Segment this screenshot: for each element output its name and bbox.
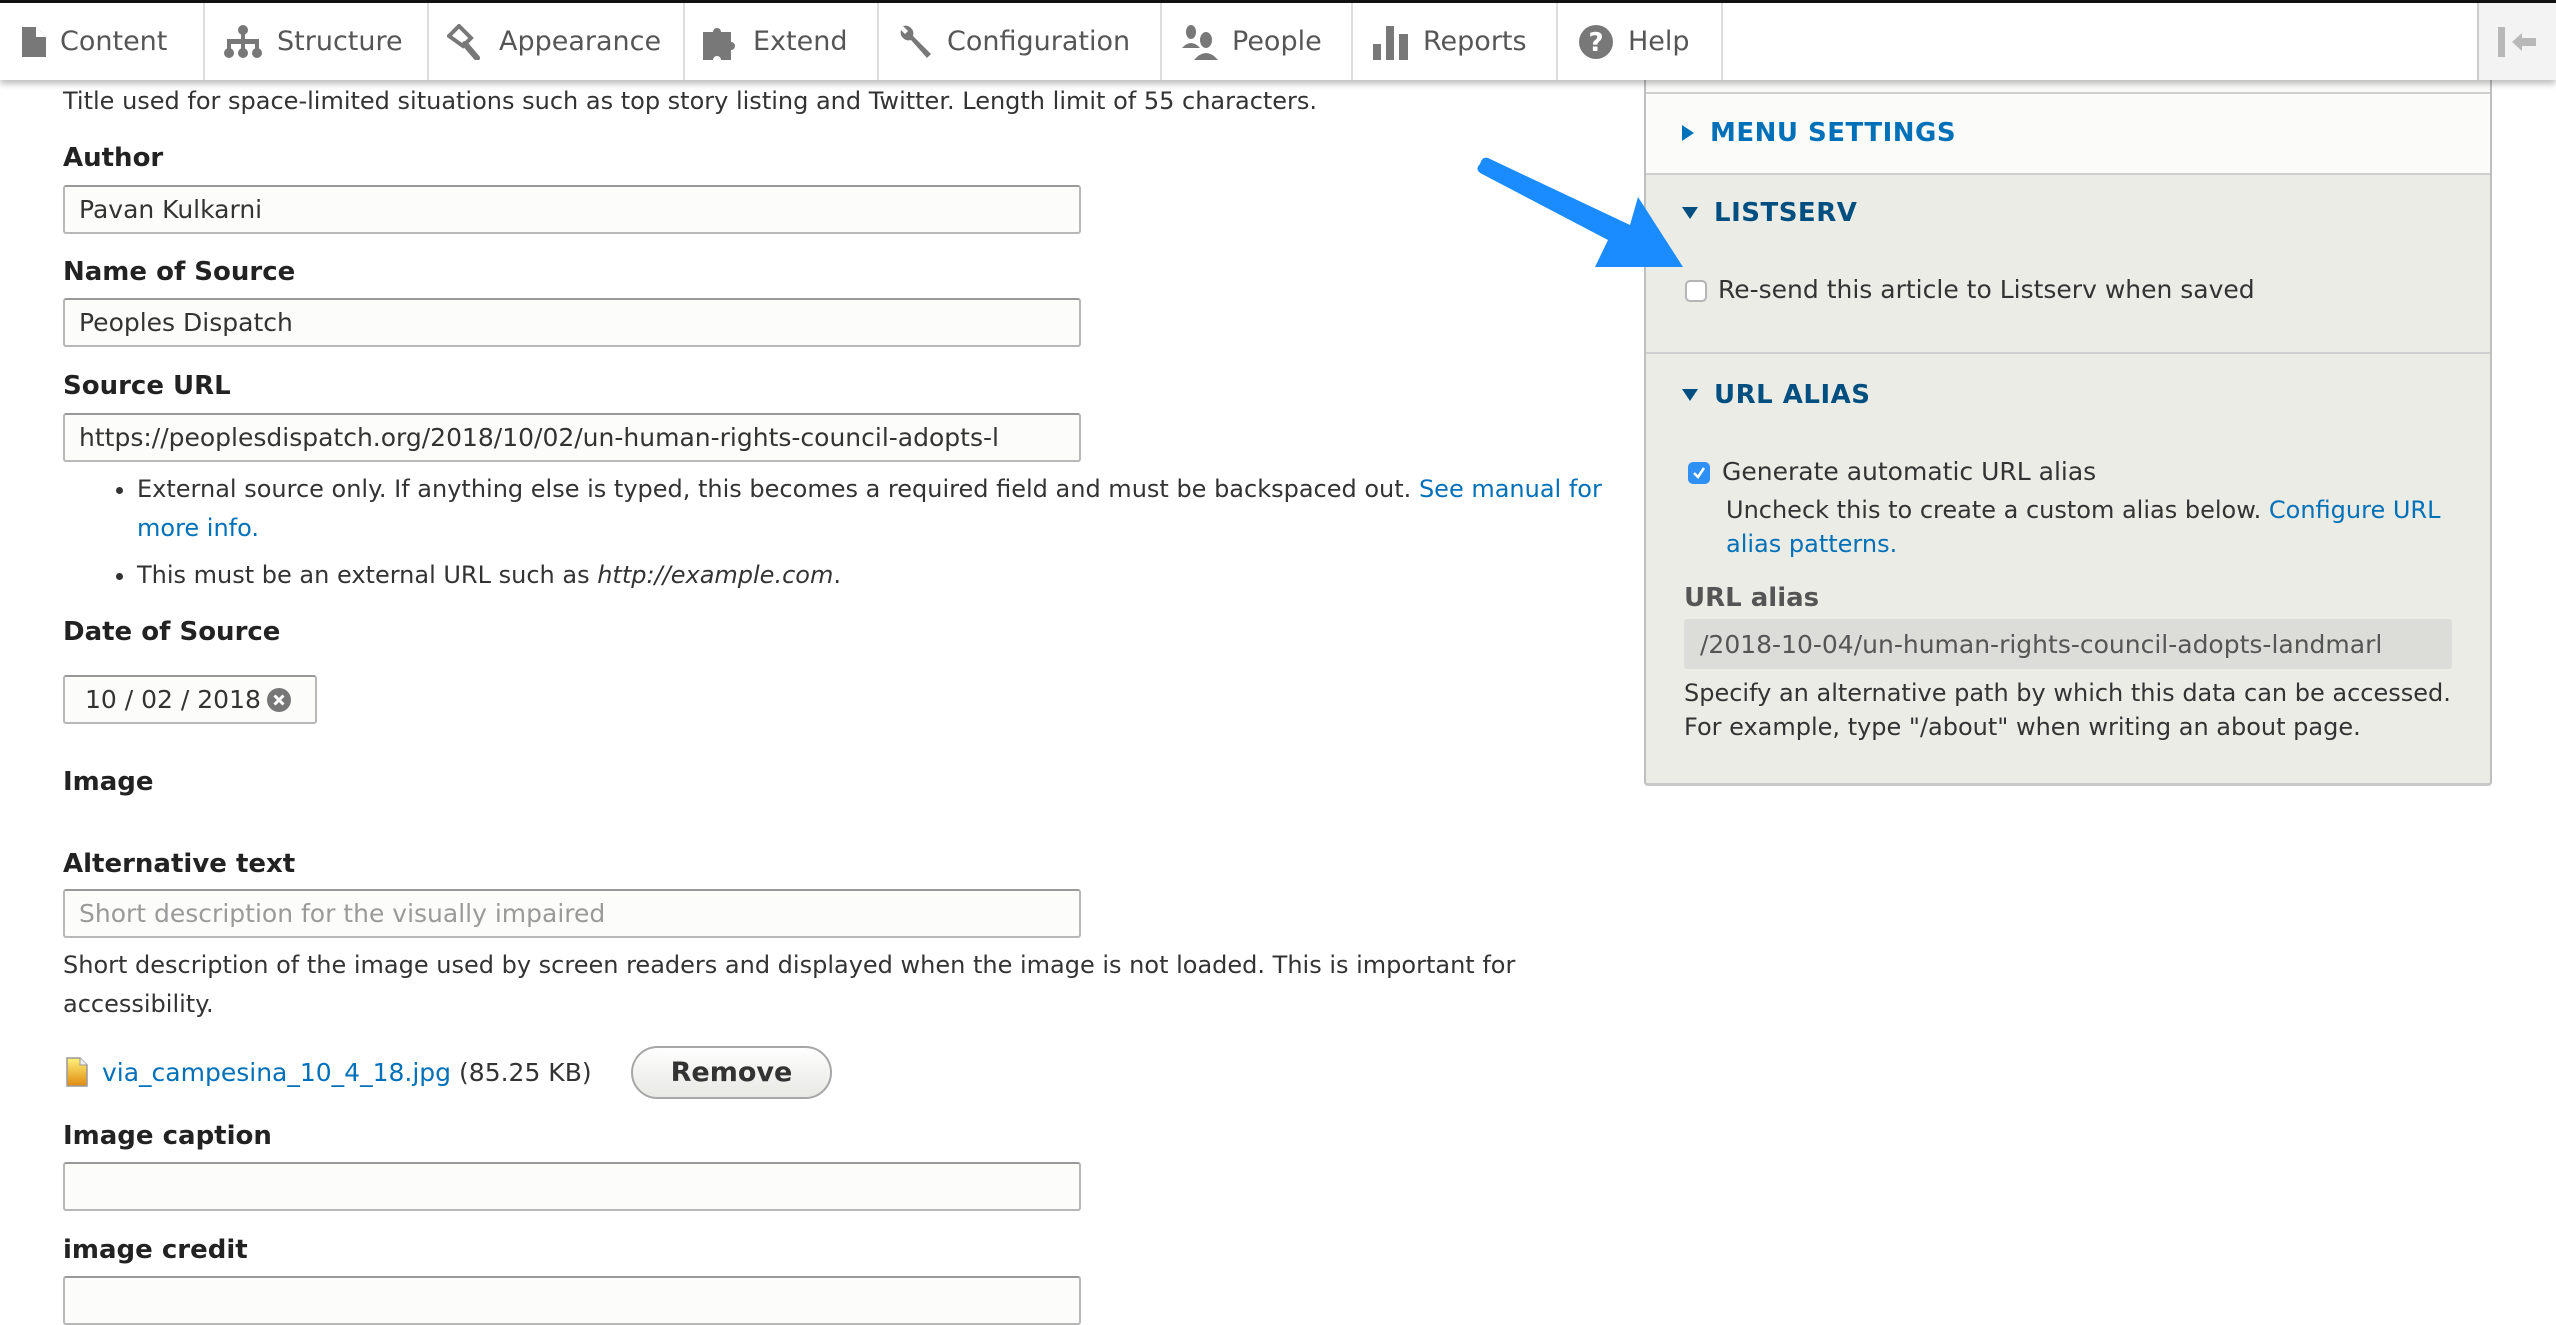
file-icon <box>22 26 46 57</box>
url-alias-title: URL ALIAS <box>1714 380 1871 410</box>
title-help-text: Title used for space-limited situations … <box>63 87 1318 115</box>
uploaded-file: via_campesina_10_4_18.jpg (85.25 KB) <box>66 1057 592 1087</box>
menu-settings-section: MENU SETTINGS <box>1646 94 2490 175</box>
toolbar-label: People <box>1232 26 1322 57</box>
admin-toolbar: Content Structure Appearance Extend Conf… <box>0 0 2556 80</box>
paint-brush-icon <box>447 23 480 60</box>
puzzle-icon <box>703 27 735 60</box>
people-icon <box>1182 24 1218 60</box>
toolbar-label: Configuration <box>947 26 1131 57</box>
sidebar-panel: MENU SETTINGS LISTSERV Re-send this arti… <box>1644 80 2492 786</box>
toolbar-item-content[interactable]: Content <box>0 3 205 80</box>
date-value: 10 / 02 / 2018 <box>85 685 261 714</box>
date-of-source-label: Date of Source <box>63 617 281 647</box>
help-text: Uncheck this to create a custom alias be… <box>1726 496 2269 524</box>
collapse-left-icon <box>2497 26 2536 57</box>
alt-text-placeholder: Short description for the visually impai… <box>79 899 606 928</box>
listserv-title: LISTSERV <box>1714 198 1858 228</box>
url-alias-toggle[interactable]: URL ALIAS <box>1682 380 1870 410</box>
help-text: This must be an external URL such as <box>137 561 598 589</box>
help-text-end: . <box>833 561 841 589</box>
source-url-help-item: This must be an external URL such as htt… <box>137 556 1637 595</box>
toolbar-label: Appearance <box>499 26 662 57</box>
toolbar-collapse-button[interactable] <box>2477 3 2556 80</box>
date-of-source-input[interactable]: 10 / 02 / 2018 <box>63 675 317 724</box>
remove-button[interactable]: Remove <box>631 1046 832 1099</box>
previous-section-bottom <box>1646 80 2490 94</box>
source-name-input[interactable]: Peoples Dispatch <box>63 298 1081 347</box>
image-label: Image <box>63 767 154 797</box>
image-file-icon <box>66 1057 88 1087</box>
alt-text-label: Alternative text <box>63 849 296 879</box>
file-size: (85.25 KB) <box>459 1057 592 1087</box>
wrench-icon <box>900 25 931 58</box>
url-alias-label: URL alias <box>1684 583 1820 613</box>
generate-alias-checkbox[interactable] <box>1688 462 1710 484</box>
url-alias-input[interactable]: /2018-10-04/un-human-rights-council-adop… <box>1684 619 2452 669</box>
toolbar-item-extend[interactable]: Extend <box>685 3 879 80</box>
hierarchy-icon <box>224 24 262 58</box>
image-caption-input[interactable] <box>63 1162 1081 1211</box>
toolbar-label: Help <box>1628 26 1690 57</box>
toolbar-label: Extend <box>753 26 848 57</box>
listserv-toggle[interactable]: LISTSERV <box>1682 198 1857 228</box>
menu-settings-title: MENU SETTINGS <box>1710 118 1957 148</box>
image-caption-label: Image caption <box>63 1121 272 1151</box>
menu-settings-toggle[interactable]: MENU SETTINGS <box>1682 118 1956 148</box>
checkmark-icon <box>1693 467 1706 479</box>
toolbar-item-reports[interactable]: Reports <box>1353 3 1558 80</box>
toolbar-item-help[interactable]: ? Help <box>1558 3 1723 80</box>
triangle-down-icon <box>1682 389 1698 401</box>
source-url-label: Source URL <box>63 371 231 401</box>
toolbar-label: Content <box>60 26 168 57</box>
help-icon: ? <box>1579 24 1613 59</box>
bar-chart-icon <box>1373 25 1408 60</box>
clear-date-icon[interactable] <box>266 687 291 712</box>
help-text: External source only. If anything else i… <box>137 475 1419 503</box>
author-label: Author <box>63 143 164 173</box>
alt-text-help: Short description of the image used by s… <box>63 951 1516 1018</box>
alt-text-input[interactable]: Short description for the visually impai… <box>63 889 1081 938</box>
generate-alias-help: Uncheck this to create a custom alias be… <box>1726 493 2466 561</box>
toolbar-item-structure[interactable]: Structure <box>205 3 429 80</box>
svg-text:?: ? <box>1588 28 1603 58</box>
listserv-resend-checkbox[interactable] <box>1685 280 1707 302</box>
file-name-link[interactable]: via_campesina_10_4_18.jpg <box>102 1058 451 1087</box>
source-url-help-list: External source only. If anything else i… <box>63 470 1637 603</box>
toolbar-item-people[interactable]: People <box>1162 3 1353 80</box>
listserv-resend-label: Re-send this article to Listserv when sa… <box>1718 275 2255 304</box>
toolbar-label: Reports <box>1423 26 1527 57</box>
source-url-input[interactable]: https://peoplesdispatch.org/2018/10/02/u… <box>63 413 1081 462</box>
author-input[interactable]: Pavan Kulkarni <box>63 185 1081 234</box>
image-credit-input[interactable] <box>63 1276 1081 1325</box>
listserv-section: LISTSERV Re-send this article to Listser… <box>1646 176 2490 354</box>
toolbar-item-configuration[interactable]: Configuration <box>879 3 1162 80</box>
triangle-right-icon <box>1682 125 1694 141</box>
toolbar-item-appearance[interactable]: Appearance <box>429 3 685 80</box>
annotation-arrow <box>1477 157 1683 267</box>
image-credit-label: image credit <box>63 1235 248 1265</box>
generate-alias-label: Generate automatic URL alias <box>1722 457 2097 486</box>
url-alias-section: URL ALIAS Generate automatic URL alias U… <box>1646 356 2490 783</box>
example-url: http://example.com <box>597 561 834 589</box>
source-url-help-item: External source only. If anything else i… <box>137 470 1637 548</box>
toolbar-label: Structure <box>277 26 403 57</box>
source-name-label: Name of Source <box>63 257 296 287</box>
url-alias-help: Specify an alternative path by which thi… <box>1684 679 2451 741</box>
